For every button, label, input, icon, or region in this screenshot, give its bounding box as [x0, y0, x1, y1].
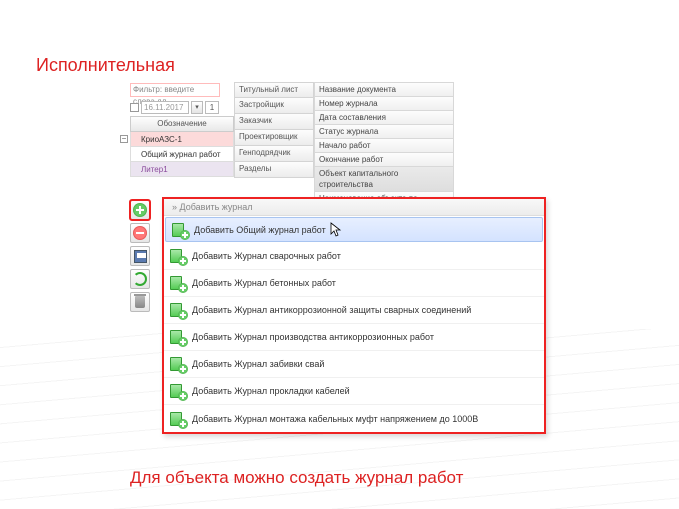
menu-item-label: Добавить Журнал сварочных работ [192, 251, 341, 261]
plus-icon [133, 203, 147, 217]
add-journal-menu: » Добавить журнал Добавить Общий журнал … [162, 197, 546, 434]
journal-add-icon [170, 329, 186, 345]
menu-item[interactable]: Добавить Журнал антикоррозионной защиты … [164, 297, 544, 324]
mid-item[interactable]: Титульный лист [234, 82, 314, 98]
right-item[interactable]: Дата составления [314, 111, 454, 125]
right-item[interactable]: Окончание работ [314, 153, 454, 167]
tree-item[interactable]: Литер1 [130, 162, 234, 177]
refresh-icon [133, 272, 147, 286]
middle-panel: Титульный лист Застройщик Заказчик Проек… [234, 82, 314, 178]
menu-item[interactable]: Добавить Журнал производства антикоррози… [164, 324, 544, 351]
journal-add-icon [170, 248, 186, 264]
toolbar [130, 200, 152, 315]
save-icon [134, 250, 147, 263]
trash-icon [135, 296, 145, 308]
menu-item-label: Добавить Журнал прокладки кабелей [192, 386, 350, 396]
collapse-icon[interactable]: − [120, 135, 128, 143]
refresh-button[interactable] [130, 269, 150, 289]
mid-item[interactable]: Разделы [234, 162, 314, 178]
remove-button[interactable] [130, 223, 150, 243]
delete-button[interactable] [130, 292, 150, 312]
menu-item[interactable]: Добавить Общий журнал работ [165, 217, 543, 242]
menu-item-label: Добавить Журнал бетонных работ [192, 278, 336, 288]
date-field[interactable]: 16.11.2017 [141, 101, 189, 114]
page-title: Исполнительная [36, 55, 175, 76]
minus-icon [133, 226, 147, 240]
journal-add-icon [170, 302, 186, 318]
menu-item-label: Добавить Общий журнал работ [194, 225, 326, 235]
mid-item[interactable]: Проектировщик [234, 130, 314, 146]
journal-add-icon [170, 275, 186, 291]
save-button[interactable] [130, 246, 150, 266]
mid-item[interactable]: Застройщик [234, 98, 314, 114]
tree-header: Обозначение [130, 116, 234, 132]
right-item[interactable]: Название документа [314, 82, 454, 97]
menu-item-label: Добавить Журнал антикоррозионной защиты … [192, 305, 471, 315]
journal-add-icon [172, 222, 188, 238]
journal-add-icon [170, 383, 186, 399]
menu-item-label: Добавить Журнал забивки свай [192, 359, 324, 369]
menu-item[interactable]: Добавить Журнал прокладки кабелей [164, 378, 544, 405]
right-item[interactable]: Объект капитального строительства [314, 167, 454, 192]
right-item[interactable]: Статус журнала [314, 125, 454, 139]
date-dropdown-icon[interactable]: ▾ [191, 101, 203, 114]
mid-item[interactable]: Заказчик [234, 114, 314, 130]
mid-item[interactable]: Генподрядчик [234, 146, 314, 162]
menu-item[interactable]: Добавить Журнал забивки свай [164, 351, 544, 378]
add-button[interactable] [130, 200, 150, 220]
date-extra-field[interactable]: 1 [205, 101, 219, 114]
menu-item[interactable]: Добавить Журнал бетонных работ [164, 270, 544, 297]
tree-item[interactable]: КриоАЗС-1 [130, 132, 234, 147]
menu-item-label: Добавить Журнал монтажа кабельных муфт н… [192, 414, 478, 424]
menu-item[interactable]: Добавить Журнал сварочных работ [164, 243, 544, 270]
date-checkbox[interactable] [130, 103, 139, 112]
journal-add-icon [170, 411, 186, 427]
tree-item[interactable]: Общий журнал работ [130, 147, 234, 162]
right-item[interactable]: Номер журнала [314, 97, 454, 111]
menu-item-label: Добавить Журнал производства антикоррози… [192, 332, 434, 342]
filter-input[interactable]: Фильтр: введите слова дл [130, 83, 220, 97]
menu-header: » Добавить журнал [164, 199, 544, 216]
cursor-icon [330, 222, 342, 238]
right-panel: Название документа Номер журнала Дата со… [314, 82, 454, 214]
journal-add-icon [170, 356, 186, 372]
right-item[interactable]: Начало работ [314, 139, 454, 153]
menu-item[interactable]: Добавить Журнал монтажа кабельных муфт н… [164, 405, 544, 432]
page-caption: Для объекта можно создать журнал работ [130, 468, 463, 488]
